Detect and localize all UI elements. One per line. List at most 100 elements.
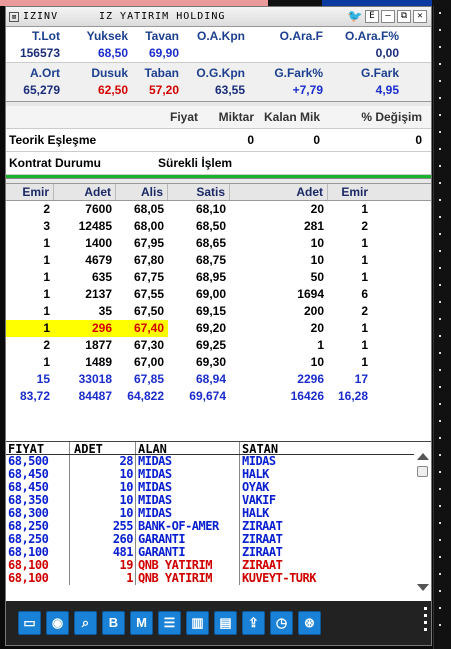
label-taban: Taban (144, 66, 179, 80)
orderbook-row[interactable]: 1 2137 67,55 69,00 1694 6 (6, 286, 431, 303)
trade-header-fiyat: FIYAT (6, 442, 70, 456)
ob-header-adet-ask[interactable]: Adet (230, 184, 328, 200)
trade-row[interactable]: 68,350 10 MIDAS VAKIF (6, 494, 431, 507)
minimize-button[interactable]: – (381, 10, 395, 23)
ob-cell-emir-ask: 1 (361, 236, 368, 250)
edge-dot (439, 131, 441, 133)
kontrat-value: Sürekli İşlem (158, 156, 233, 170)
edge-dot (439, 539, 441, 541)
window-menu-icon[interactable]: ⊠ (9, 11, 19, 22)
orderbook-row[interactable]: 1 635 67,75 68,95 50 1 (6, 269, 431, 286)
edge-dot (439, 182, 441, 184)
orderbook-row[interactable]: 3 12485 68,00 68,50 281 2 (6, 218, 431, 235)
trade-row[interactable]: 68,250 255 BANK-OF-AMER ZIRAAT (6, 520, 431, 533)
trade-row[interactable]: 68,450 10 MIDAS OYAK (6, 481, 431, 494)
ob-cell-emir-bid: 2 (43, 202, 50, 216)
label-oaraf: O.Ara.F (279, 29, 323, 43)
edge-dot (439, 199, 441, 201)
ob-total-emir-ask: 17 (354, 372, 368, 386)
trade-alan: MIDAS (136, 455, 240, 468)
ob-cell-alis: 67,30 (133, 338, 164, 352)
ob-cell-adet-ask: 1694 (297, 287, 324, 301)
trade-row[interactable]: 68,250 260 GARANTI ZIRAAT (6, 533, 431, 546)
label-yuksek: Yuksek (86, 29, 128, 43)
monitor-icon[interactable]: ▭ (18, 611, 41, 635)
window-symbol: IZINV (23, 11, 59, 22)
close-button[interactable]: ✕ (413, 10, 427, 23)
trade-satan: KUVEYT-TURK (242, 572, 316, 585)
orderbook-row[interactable]: 2 1877 67,30 69,25 1 1 (6, 337, 431, 354)
teorik-row: Teorik Eşleşme 0 0 0 (6, 129, 431, 152)
value-dusuk: 62,50 (97, 83, 128, 97)
orderbook-row[interactable]: 1 296 67,40 69,20 20 1 (6, 320, 431, 337)
trade-row[interactable]: 68,500 28 MIDAS MIDAS (6, 455, 431, 468)
value-yuksek: 68,50 (97, 46, 128, 60)
orderbook-row[interactable]: 1 35 67,50 69,15 200 2 (6, 303, 431, 320)
trade-row[interactable]: 68,450 10 MIDAS HALK (6, 468, 431, 481)
ob-header-emir-bid[interactable]: Emir (6, 184, 54, 200)
search-chart-icon[interactable]: ⌕ (74, 611, 97, 635)
scroll-up-icon[interactable] (417, 453, 429, 460)
ob-header-adet-bid[interactable]: Adet (54, 184, 116, 200)
trade-row[interactable]: 68,300 10 MIDAS HALK (6, 507, 431, 520)
restore-button[interactable]: ⧉ (397, 10, 411, 23)
ob-header-satis[interactable]: Satis (168, 184, 230, 200)
ob-cell-adet-ask: 20 (310, 202, 324, 216)
ob-total-adet-ask: 2296 (297, 372, 324, 386)
edge-dot (439, 386, 441, 388)
ob-cell-alis: 67,40 (116, 320, 168, 337)
toolbar-buttons: ▭ ◉ ⌕ B M ☰ ▥ ▤ ⇪ ◷ ⊛ (18, 611, 326, 635)
label-tavan: Tavan (145, 29, 179, 43)
window-titlebar[interactable]: ⊠ IZINV IZ YATIRIM HOLDING 🐦 E – ⧉ ✕ (6, 7, 431, 27)
kontrat-label: Kontrat Durumu (9, 156, 101, 170)
ob-cell-alis: 67,80 (133, 253, 164, 267)
trade-satan: ZIRAAT (242, 546, 283, 559)
ob-cell-adet-ask: 20 (310, 321, 324, 335)
orderbook-row[interactable]: 1 1489 67,00 69,30 10 1 (6, 354, 431, 371)
share-icon[interactable]: ⇪ (242, 611, 265, 635)
news-icon[interactable]: ▤ (214, 611, 237, 635)
ob-header-emir-ask[interactable]: Emir (328, 184, 372, 200)
toolbar-grip[interactable] (424, 607, 427, 641)
label-ogkpn: O.G.Kpn (196, 66, 245, 80)
scroll-down-icon[interactable] (417, 584, 429, 591)
ob-cell-emir-ask: 1 (361, 202, 368, 216)
ob-average-emir-bid: 83,72 (19, 389, 50, 403)
trade-scrollbar[interactable] (414, 445, 431, 597)
list-icon[interactable]: ☰ (158, 611, 181, 635)
trade-row[interactable]: 68,100 1 QNB YATIRIM KUVEYT-TURK (6, 572, 431, 585)
twitter-icon[interactable]: 🐦 (347, 10, 363, 23)
globe-icon[interactable]: ◉ (46, 611, 69, 635)
ob-cell-adet-bid: 7600 (85, 202, 112, 216)
ob-cell-satis: 69,00 (195, 287, 226, 301)
ob-cell-adet-ask: 200 (303, 304, 324, 318)
m-logo-icon[interactable]: M (130, 611, 153, 635)
depth-window: ⊠ IZINV IZ YATIRIM HOLDING 🐦 E – ⧉ ✕ T.L… (5, 6, 432, 646)
value-oaraf (251, 45, 323, 62)
trade-row[interactable]: 68,100 481 GARANTI ZIRAAT (6, 546, 431, 559)
ob-total-adet-bid: 33018 (78, 372, 112, 386)
ob-cell-satis: 68,95 (195, 270, 226, 284)
ob-cell-adet-ask: 10 (310, 355, 324, 369)
export-button[interactable]: E (365, 10, 379, 23)
ob-cell-adet-ask: 10 (310, 253, 324, 267)
bold-b-icon[interactable]: B (102, 611, 125, 635)
ob-cell-emir-bid: 1 (43, 287, 50, 301)
orderbook-row[interactable]: 1 4679 67,80 68,75 10 1 (6, 252, 431, 269)
orderbook-row[interactable]: 2 7600 68,05 68,10 20 1 (6, 201, 431, 218)
window-company-name: IZ YATIRIM HOLDING (99, 11, 226, 22)
value-oaraf-pct: 0,00 (375, 46, 399, 60)
ob-cell-alis: 67,75 (133, 270, 164, 284)
edge-dot (439, 420, 441, 422)
trade-row[interactable]: 68,100 19 QNB YATIRIM ZIRAAT (6, 559, 431, 572)
match-header: Fiyat Miktar Kalan Mik % Değişim (6, 106, 431, 129)
orderbook-row[interactable]: 1 1400 67,95 68,65 10 1 (6, 235, 431, 252)
scroll-thumb[interactable] (417, 466, 428, 477)
bar-chart-icon[interactable]: ▥ (186, 611, 209, 635)
teorik-label: Teorik Eşleşme (9, 133, 97, 147)
clock-icon[interactable]: ◷ (270, 611, 293, 635)
edge-dot (439, 97, 441, 99)
label-oaraf-pct: O.Ara.F% (344, 29, 399, 43)
settings-icon[interactable]: ⊛ (298, 611, 321, 635)
ob-header-alis[interactable]: Alis (116, 184, 168, 200)
